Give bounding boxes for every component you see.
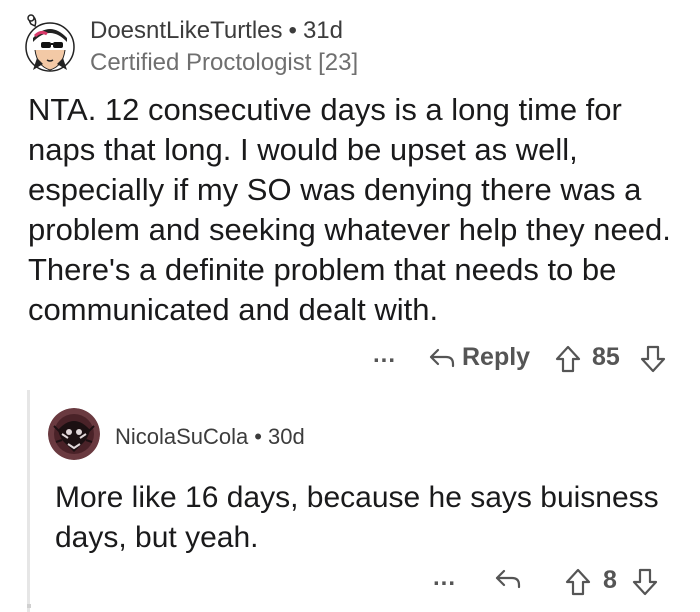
reply-arrow-icon[interactable] [494,567,522,591]
meta-separator: • [288,17,297,44]
comment-meta: DoesntLikeTurtles • 31d [90,17,343,45]
avatar[interactable] [48,408,100,460]
user-flair: Certified Proctologist [23] [90,49,359,76]
comment-age: 31d [302,17,343,44]
comment-body: More like 16 days, because he says buisn… [55,481,659,554]
downvote-arrow-icon[interactable] [640,345,666,373]
vote-score: 85 [592,343,620,371]
avatar[interactable] [23,14,77,74]
username[interactable]: DoesntLikeTurtles [90,17,283,44]
downvote-arrow-icon[interactable] [632,568,658,596]
username[interactable]: NicolaSuCola [115,424,248,449]
more-options-button[interactable]: ... [373,341,396,369]
vote-score: 8 [603,566,617,594]
more-options-button[interactable]: ... [433,564,456,592]
reply-arrow-icon [429,348,455,367]
upvote-arrow-icon[interactable] [555,345,581,373]
comment-body: NTA. 12 consecutive days is a long time … [28,92,671,327]
comment-meta: NicolaSuCola • 30d [115,424,305,450]
upvote-arrow-icon[interactable] [565,568,591,596]
reply-button[interactable]: Reply [428,343,530,372]
comment-thread: DoesntLikeTurtles • 31d Certified Proctolo… [0,0,700,612]
divider [27,604,31,608]
reply-label: Reply [462,343,531,371]
comment-age: 30d [268,424,305,449]
comment-action-bar: ... 8 [0,562,700,602]
comment-action-bar: ... Reply 85 [0,339,700,379]
meta-separator: • [254,424,262,449]
